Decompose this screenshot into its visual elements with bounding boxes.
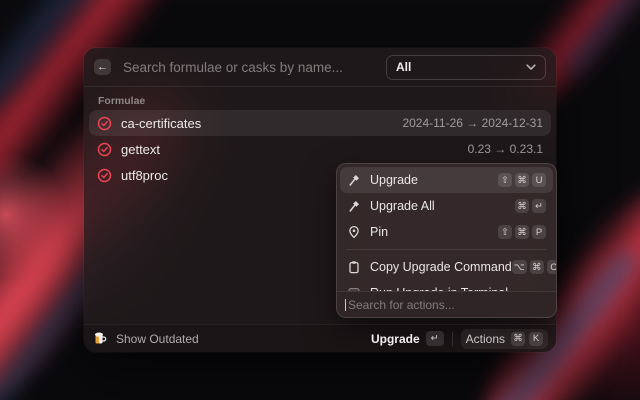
shortcut-keys: ⌥ ⌘ C xyxy=(512,260,556,274)
formula-name: gettext xyxy=(121,142,160,157)
keycap: C xyxy=(547,260,556,274)
outdated-check-icon xyxy=(97,142,112,157)
list-item-gettext[interactable]: gettext 0.23 → 0.23.1 xyxy=(89,136,551,162)
keycap: ⌥ xyxy=(512,260,527,274)
chevron-down-icon xyxy=(526,64,536,71)
action-label: Upgrade All xyxy=(370,199,435,213)
keycap: K xyxy=(529,332,543,346)
hammer-icon xyxy=(347,173,361,187)
desktop: ← All Formulae ca-certificates xyxy=(0,0,640,400)
keycap: ⌘ xyxy=(515,173,529,187)
action-copy-upgrade-command[interactable]: Copy Upgrade Command ⌥ ⌘ C xyxy=(340,254,553,280)
action-run-upgrade-in-terminal[interactable]: Run Upgrade in Terminal xyxy=(340,280,553,291)
search-bar: ← All xyxy=(84,48,556,87)
menu-divider xyxy=(346,249,547,250)
primary-action-label: Upgrade xyxy=(371,332,420,346)
shortcut-keys: ⇧ ⌘ U xyxy=(498,173,546,187)
formula-name: utf8proc xyxy=(121,168,168,183)
arrow-left-icon: ← xyxy=(97,61,108,73)
keycap: ⇧ xyxy=(498,225,512,239)
actions-search[interactable]: Search for actions... xyxy=(337,291,556,317)
search-input[interactable] xyxy=(121,59,376,76)
text-cursor xyxy=(345,299,346,311)
footer-actions: Upgrade ↵ Actions ⌘ K xyxy=(371,329,548,349)
status-bar: Show Outdated Upgrade ↵ Actions ⌘ K xyxy=(84,324,556,352)
section-header: Formulae xyxy=(98,95,556,107)
raycast-window: ← All Formulae ca-certificates xyxy=(84,48,556,352)
filter-dropdown[interactable]: All xyxy=(386,55,546,80)
keycap: P xyxy=(532,225,546,239)
keycap: ↵ xyxy=(532,199,546,213)
action-upgrade[interactable]: Upgrade ⇧ ⌘ U xyxy=(340,167,553,193)
actions-panel: Upgrade ⇧ ⌘ U Upgrade All xyxy=(336,163,557,318)
pin-icon xyxy=(347,225,361,239)
filter-dropdown-value: All xyxy=(396,60,411,74)
action-label: Copy Upgrade Command xyxy=(370,260,512,274)
action-label: Upgrade xyxy=(370,173,418,187)
primary-action-button[interactable]: Upgrade ↵ xyxy=(371,331,444,346)
keycap: U xyxy=(532,173,546,187)
back-button[interactable]: ← xyxy=(94,59,111,75)
actions-panel-list: Upgrade ⇧ ⌘ U Upgrade All xyxy=(337,164,556,291)
footer-divider xyxy=(452,332,453,346)
beer-mug-icon xyxy=(93,331,108,346)
keycap: ⌘ xyxy=(530,260,544,274)
hammer-icon xyxy=(347,199,361,213)
keycap-return: ↵ xyxy=(426,331,444,346)
actions-search-placeholder: Search for actions... xyxy=(348,298,455,312)
list-item-ca-certificates[interactable]: ca-certificates 2024-11-26 → 2024-12-31 xyxy=(89,110,551,136)
actions-button-label: Actions xyxy=(466,332,505,346)
formula-version-change: 0.23 → 0.23.1 xyxy=(468,142,543,156)
shortcut-keys: ⇧ ⌘ P xyxy=(498,225,546,239)
shortcut-keys: ⌘ ↵ xyxy=(515,199,546,213)
outdated-check-icon xyxy=(97,116,112,131)
formula-version-change: 2024-11-26 → 2024-12-31 xyxy=(402,116,543,130)
action-label: Pin xyxy=(370,225,388,239)
clipboard-icon xyxy=(347,260,361,274)
action-pin[interactable]: Pin ⇧ ⌘ P xyxy=(340,219,553,245)
action-upgrade-all[interactable]: Upgrade All ⌘ ↵ xyxy=(340,193,553,219)
keycap: ⌘ xyxy=(515,225,529,239)
command-title: Show Outdated xyxy=(116,332,199,346)
keycap: ⌘ xyxy=(511,332,525,346)
keycap: ⌘ xyxy=(515,199,529,213)
keycap: ⇧ xyxy=(498,173,512,187)
outdated-check-icon xyxy=(97,168,112,183)
formula-name: ca-certificates xyxy=(121,116,201,131)
actions-button[interactable]: Actions ⌘ K xyxy=(461,329,548,349)
